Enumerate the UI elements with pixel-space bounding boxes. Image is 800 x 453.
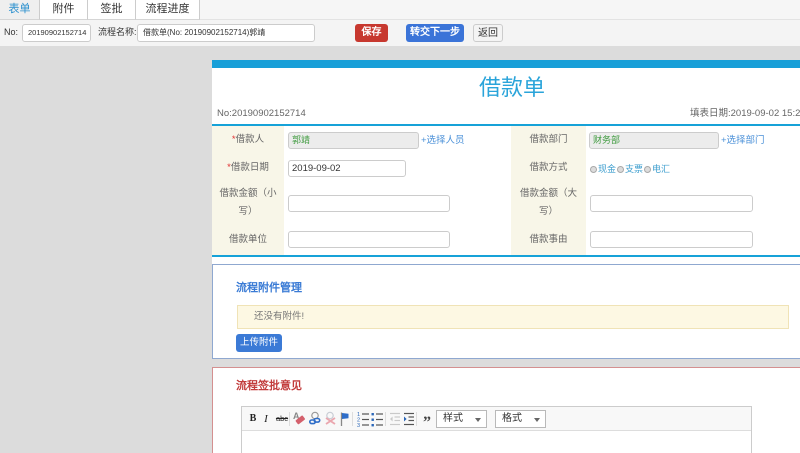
svg-text:3: 3 bbox=[357, 423, 360, 429]
